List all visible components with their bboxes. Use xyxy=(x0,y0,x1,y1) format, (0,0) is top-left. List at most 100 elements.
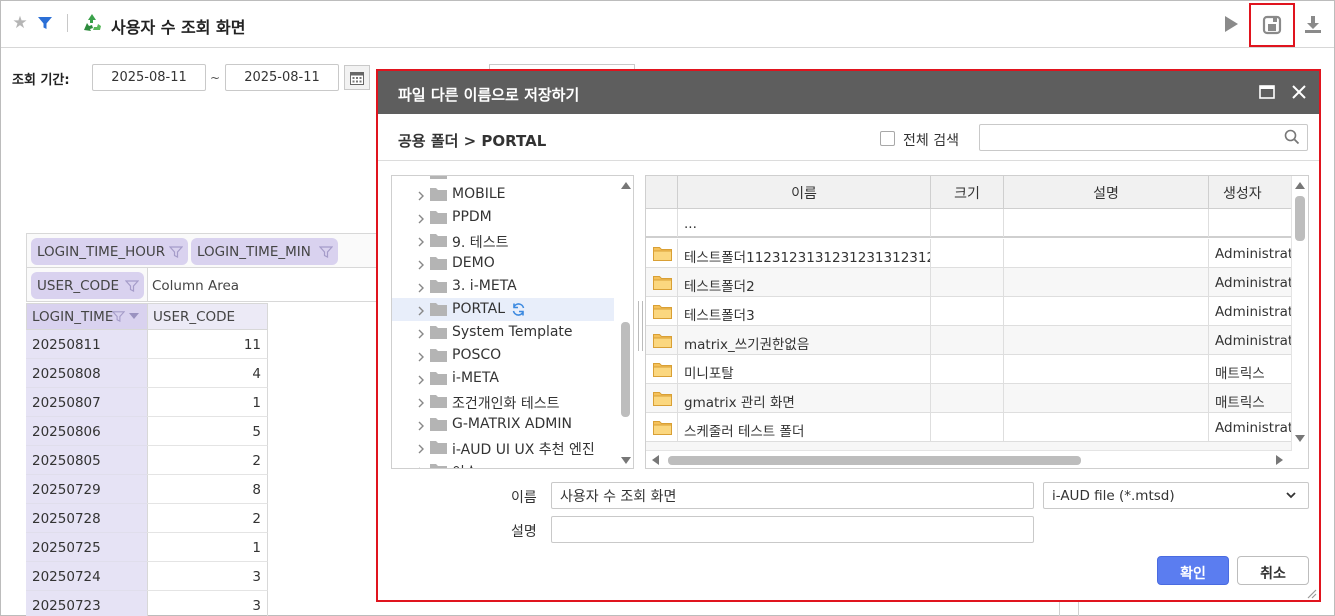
row-value-cell[interactable]: 5 xyxy=(147,417,268,446)
scroll-right-icon[interactable] xyxy=(1276,455,1283,465)
chevron-right-icon[interactable] xyxy=(416,212,426,224)
table-row[interactable]: 20250806 5 xyxy=(26,417,268,446)
file-row[interactable]: 미니포탈 매트릭스 xyxy=(646,355,1291,384)
download-icon[interactable] xyxy=(1301,13,1325,35)
row-date-cell[interactable]: 20250805 xyxy=(26,446,148,475)
chevron-right-icon[interactable] xyxy=(416,396,426,408)
chevron-right-icon[interactable] xyxy=(416,442,426,454)
calendar-button[interactable] xyxy=(344,65,370,90)
file-row[interactable]: gmatrix 관리 화면 매트릭스 xyxy=(646,384,1291,413)
row-value-cell[interactable]: 3 xyxy=(147,562,268,591)
column-header-creator[interactable]: 생성자 xyxy=(1209,176,1291,209)
date-from-input[interactable]: 2025-08-11 xyxy=(92,64,206,91)
scroll-up-icon[interactable] xyxy=(621,182,631,189)
tree-node[interactable]: i-AUD UI UX 추천 엔진 xyxy=(392,436,614,459)
chevron-right-icon[interactable] xyxy=(416,465,426,468)
description-input[interactable] xyxy=(551,516,1034,543)
file-name-input[interactable] xyxy=(551,482,1034,509)
file-row[interactable]: 테스트폴더3 Administrator xyxy=(646,297,1291,326)
pane-splitter[interactable] xyxy=(638,301,643,351)
play-icon[interactable] xyxy=(1220,13,1242,35)
file-row[interactable]: 테스트폴더1123123131231231312312 Administrator xyxy=(646,239,1291,268)
sort-down-icon[interactable] xyxy=(129,313,139,319)
date-to-input[interactable]: 2025-08-11 xyxy=(225,64,339,91)
pivot-field-chip[interactable]: LOGIN_TIME_MIN xyxy=(191,238,338,265)
chevron-right-icon[interactable] xyxy=(416,281,426,293)
chevron-right-icon[interactable] xyxy=(416,235,426,247)
header-user-code[interactable]: USER_CODE xyxy=(147,303,268,330)
row-value-cell[interactable]: 3 xyxy=(147,591,268,616)
all-search-checkbox[interactable] xyxy=(880,131,895,146)
scroll-up-icon[interactable] xyxy=(1295,182,1305,189)
tree-node[interactable]: G-MATRIX ADMIN xyxy=(392,413,614,436)
chevron-right-icon[interactable] xyxy=(416,373,426,385)
chevron-right-icon[interactable] xyxy=(416,350,426,362)
row-value-cell[interactable]: 8 xyxy=(147,475,268,504)
row-date-cell[interactable]: 20250729 xyxy=(26,475,148,504)
row-value-cell[interactable]: 1 xyxy=(147,388,268,417)
tree-node[interactable]: PPDM xyxy=(392,206,614,229)
tree-node[interactable]: System Template xyxy=(392,321,614,344)
parent-folder-row[interactable]: ... xyxy=(646,209,1291,238)
file-row[interactable]: 테스트폴더2 Administrator xyxy=(646,268,1291,297)
tree-scroll-thumb[interactable] xyxy=(621,322,630,417)
file-type-select[interactable]: i-AUD file (*.mtsd) xyxy=(1043,482,1309,509)
pivot-field-chip[interactable]: USER_CODE xyxy=(31,272,144,299)
row-date-cell[interactable]: 20250723 xyxy=(26,591,148,616)
tree-node[interactable]: 3. i-META xyxy=(392,275,614,298)
dialog-titlebar[interactable]: 파일 다른 이름으로 저장하기 xyxy=(378,71,1319,114)
table-row[interactable]: 20250728 2 xyxy=(26,504,268,533)
table-row[interactable]: 20250725 1 xyxy=(26,533,268,562)
file-row[interactable]: 스케줄러 테스트 폴더 Administrator xyxy=(646,413,1291,442)
column-header-size[interactable]: 크기 xyxy=(931,176,1004,209)
row-date-cell[interactable]: 20250725 xyxy=(26,533,148,562)
tree-node[interactable]: POSCO xyxy=(392,344,614,367)
table-row[interactable]: 20250807 1 xyxy=(26,388,268,417)
chevron-right-icon[interactable] xyxy=(416,304,426,316)
file-list-vscroll-thumb[interactable] xyxy=(1295,196,1305,241)
tree-node[interactable]: i-META xyxy=(392,367,614,390)
search-input[interactable] xyxy=(979,124,1308,151)
close-icon[interactable] xyxy=(1289,82,1309,102)
row-value-cell[interactable]: 4 xyxy=(147,359,268,388)
pivot-field-chip[interactable]: LOGIN_TIME_HOUR xyxy=(31,238,188,265)
chevron-right-icon[interactable] xyxy=(416,327,426,339)
chevron-right-icon[interactable] xyxy=(416,189,426,201)
table-row[interactable]: 20250724 3 xyxy=(26,562,268,591)
resize-grip-icon[interactable] xyxy=(1305,587,1317,599)
table-row[interactable]: 20250811 11 xyxy=(26,330,268,359)
column-header-name[interactable]: 이름 xyxy=(678,176,931,209)
chevron-right-icon[interactable] xyxy=(416,258,426,270)
star-icon[interactable]: ★ xyxy=(11,13,29,33)
header-login-time[interactable]: LOGIN_TIME xyxy=(26,303,148,330)
tree-node[interactable]: DEMO xyxy=(392,252,614,275)
tree-node[interactable]: MOBILE xyxy=(392,183,614,206)
save-as-button[interactable] xyxy=(1249,3,1295,47)
scroll-down-icon[interactable] xyxy=(1295,435,1305,442)
row-date-cell[interactable]: 20250724 xyxy=(26,562,148,591)
row-value-cell[interactable]: 2 xyxy=(147,504,268,533)
confirm-button[interactable]: 확인 xyxy=(1157,556,1229,585)
table-row[interactable]: 20250723 3 xyxy=(26,591,268,616)
tree-node[interactable]: 이슈 xyxy=(392,459,614,468)
tree-node[interactable]: 조건개인화 테스트 xyxy=(392,390,614,413)
row-value-cell[interactable]: 1 xyxy=(147,533,268,562)
search-icon[interactable] xyxy=(1283,128,1301,146)
row-date-cell[interactable]: 20250808 xyxy=(26,359,148,388)
row-value-cell[interactable]: 2 xyxy=(147,446,268,475)
table-row[interactable]: 20250808 4 xyxy=(26,359,268,388)
table-row[interactable]: 20250805 2 xyxy=(26,446,268,475)
table-row[interactable]: 20250729 8 xyxy=(26,475,268,504)
filter-icon[interactable] xyxy=(36,14,54,32)
row-value-cell[interactable]: 11 xyxy=(147,330,268,359)
scroll-left-icon[interactable] xyxy=(652,455,659,465)
column-header-description[interactable]: 설명 xyxy=(1004,176,1209,209)
file-list-hscroll-thumb[interactable] xyxy=(668,456,1081,465)
tree-node[interactable]: PORTAL xyxy=(392,298,614,321)
chevron-right-icon[interactable] xyxy=(416,419,426,431)
row-date-cell[interactable]: 20250728 xyxy=(26,504,148,533)
tree-node[interactable]: 9. 테스트 xyxy=(392,229,614,252)
file-row[interactable]: matrix_쓰기권한없음 Administrator xyxy=(646,326,1291,355)
cancel-button[interactable]: 취소 xyxy=(1237,556,1309,585)
maximize-icon[interactable] xyxy=(1258,83,1276,101)
